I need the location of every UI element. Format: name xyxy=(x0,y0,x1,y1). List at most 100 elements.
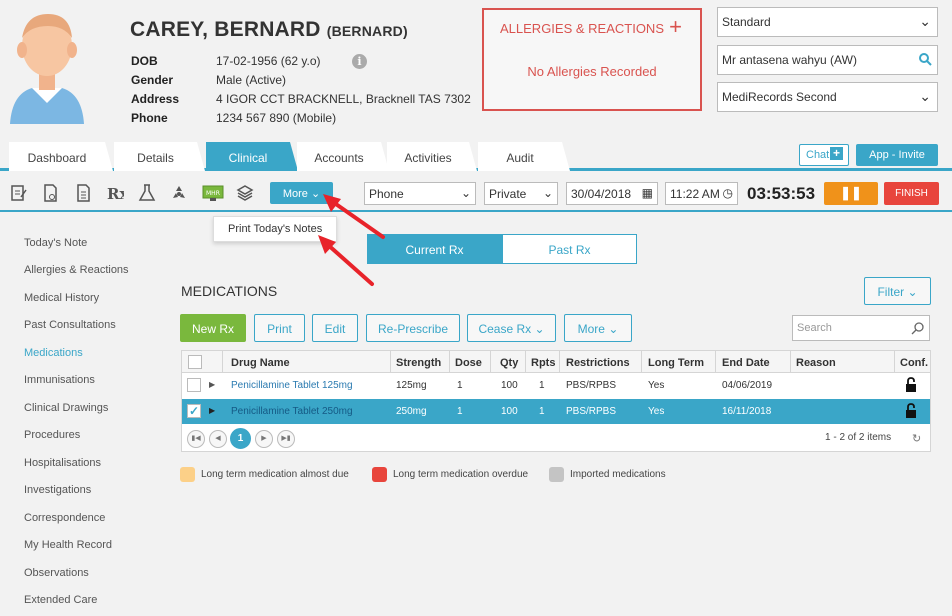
gender-value: Male (Active) xyxy=(216,73,287,87)
new-rx-button[interactable]: New Rx xyxy=(180,314,246,342)
last-page-button[interactable]: ▶▮ xyxy=(277,430,295,448)
sidebar-item-investigations[interactable]: Investigations xyxy=(24,484,91,496)
sidebar-item-extended-care[interactable]: Extended Care xyxy=(24,594,97,606)
col-dose[interactable]: Dose xyxy=(455,357,482,369)
tab-accounts[interactable]: Accounts xyxy=(297,142,389,171)
strength-cell: 125mg xyxy=(396,380,427,391)
allergies-message: No Allergies Recorded xyxy=(527,64,657,79)
legend-swatch xyxy=(549,467,564,482)
search-icon[interactable] xyxy=(918,52,932,66)
more-dropdown-menu: Print Today's Notes xyxy=(213,216,337,242)
drug-name-link[interactable]: Penicillamine Tablet 125mg xyxy=(231,380,353,391)
prev-page-button[interactable]: ◀ xyxy=(209,430,227,448)
col-rpts[interactable]: Rpts xyxy=(531,357,555,369)
document-icon[interactable] xyxy=(75,183,93,203)
past-rx-toggle[interactable]: Past Rx xyxy=(502,234,637,264)
doctor-search-field[interactable]: Mr antasena wahyu (AW) xyxy=(717,45,938,75)
mhr-monitor-icon[interactable]: MHR xyxy=(202,183,224,203)
billing-select[interactable]: Private ⌄ xyxy=(484,182,558,205)
table-row[interactable]: ✓ ▶ Penicillamine Tablet 250mg 250mg 1 1… xyxy=(182,399,930,424)
current-page-button[interactable]: 1 xyxy=(230,428,251,449)
chevron-down-icon: ⌄ xyxy=(919,88,931,104)
edit-button[interactable]: Edit xyxy=(312,314,358,342)
print-todays-notes-item[interactable]: Print Today's Notes xyxy=(228,223,322,235)
restrictions-cell: PBS/RPBS xyxy=(566,406,617,417)
app-invite-button[interactable]: App - Invite xyxy=(856,144,938,166)
calendar-icon[interactable]: ▦ xyxy=(642,186,653,200)
end-date-cell: 04/06/2019 xyxy=(722,380,773,391)
practice-select[interactable]: MediRecords Second ⌄ xyxy=(717,82,938,112)
sidebar-item-past-consultations[interactable]: Past Consultations xyxy=(24,319,116,331)
col-conf[interactable]: Conf. xyxy=(900,357,928,369)
date-value: 30/04/2018 xyxy=(571,187,632,201)
template-select[interactable]: Standard ⌄ xyxy=(717,7,938,37)
grid-header: Drug Name Strength Dose Qty Rpts Restric… xyxy=(182,351,930,373)
add-allergy-icon[interactable]: + xyxy=(669,14,682,40)
col-drug-name[interactable]: Drug Name xyxy=(231,357,290,369)
col-end-date[interactable]: End Date xyxy=(722,357,770,369)
current-rx-label: Current Rx xyxy=(405,243,464,257)
re-prescribe-button[interactable]: Re-Prescribe xyxy=(366,314,460,342)
row-checkbox[interactable]: ✓ xyxy=(187,404,201,418)
document-edit-icon[interactable] xyxy=(42,183,60,203)
col-restrictions[interactable]: Restrictions xyxy=(566,357,630,369)
tab-dashboard[interactable]: Dashboard xyxy=(9,142,113,171)
tab-details[interactable]: Details xyxy=(114,142,205,171)
next-page-button[interactable]: ▶ xyxy=(255,430,273,448)
col-qty[interactable]: Qty xyxy=(500,357,518,369)
medications-more-button[interactable]: More ⌄ xyxy=(564,314,632,342)
svg-text:MHR: MHR xyxy=(206,190,220,197)
time-field[interactable]: 11:22 AM ◷ xyxy=(665,182,738,205)
cease-rx-button[interactable]: Cease Rx ⌄ xyxy=(467,314,556,342)
toolbar-more-button[interactable]: More ⌄ xyxy=(270,182,333,204)
tab-activities[interactable]: Activities xyxy=(387,142,477,171)
tab-audit[interactable]: Audit xyxy=(478,142,570,171)
date-field[interactable]: 30/04/2018 ▦ xyxy=(566,182,658,205)
expand-caret-icon[interactable]: ▶ xyxy=(209,380,215,389)
clock-icon[interactable]: ◷ xyxy=(723,186,733,200)
medications-title: MEDICATIONS xyxy=(181,283,278,299)
finish-button[interactable]: FINISH xyxy=(884,182,939,205)
info-icon[interactable]: i xyxy=(352,54,367,69)
col-reason[interactable]: Reason xyxy=(796,357,836,369)
radiology-icon[interactable] xyxy=(170,183,188,203)
pause-button[interactable]: ❚❚ xyxy=(824,182,878,205)
chevron-down-icon: ⌄ xyxy=(907,285,918,299)
pathology-flask-icon[interactable] xyxy=(138,183,156,203)
sidebar-item-immunisations[interactable]: Immunisations xyxy=(24,374,95,386)
dose-cell: 1 xyxy=(457,380,463,391)
sidebar-item-todays-note[interactable]: Today's Note xyxy=(24,237,87,249)
chat-button[interactable]: Chat + xyxy=(799,144,849,166)
sidebar-item-procedures[interactable]: Procedures xyxy=(24,429,80,441)
sidebar-item-medical-history[interactable]: Medical History xyxy=(24,292,99,304)
filter-button[interactable]: Filter ⌄ xyxy=(864,277,931,305)
contact-type-select[interactable]: Phone ⌄ xyxy=(364,182,476,205)
sidebar-item-allergies[interactable]: Allergies & Reactions xyxy=(24,264,129,276)
row-checkbox[interactable] xyxy=(187,378,201,392)
sidebar-item-my-health-record[interactable]: My Health Record xyxy=(24,539,112,551)
address-value: 4 IGOR CCT BRACKNELL, Bracknell TAS 7302 xyxy=(216,92,471,106)
table-row[interactable]: ▶ Penicillamine Tablet 125mg 125mg 1 100… xyxy=(182,373,930,398)
expand-caret-icon[interactable]: ▶ xyxy=(209,406,215,415)
medication-search-input[interactable]: Search xyxy=(792,315,930,341)
col-long-term[interactable]: Long Term xyxy=(648,357,704,369)
legend-swatch xyxy=(372,467,387,482)
sidebar-item-hospitalisations[interactable]: Hospitalisations xyxy=(24,457,101,469)
search-icon[interactable] xyxy=(911,321,925,335)
drug-name-link[interactable]: Penicillamine Tablet 250mg xyxy=(231,406,353,417)
select-all-checkbox[interactable] xyxy=(188,355,202,369)
sidebar-item-observations[interactable]: Observations xyxy=(24,567,89,579)
tab-clinical[interactable]: Clinical xyxy=(206,142,298,171)
layers-icon[interactable] xyxy=(236,183,254,203)
current-rx-toggle[interactable]: Current Rx xyxy=(367,234,502,264)
clipboard-icon[interactable] xyxy=(10,183,28,203)
sidebar-item-medications[interactable]: Medications xyxy=(24,347,83,359)
col-strength[interactable]: Strength xyxy=(396,357,441,369)
sidebar-item-correspondence[interactable]: Correspondence xyxy=(24,512,105,524)
prescription-icon[interactable]: Rx xyxy=(106,183,124,203)
toolbar-more-label: More xyxy=(282,188,308,200)
first-page-button[interactable]: ▮◀ xyxy=(187,430,205,448)
refresh-icon[interactable]: ↻ xyxy=(912,432,921,445)
sidebar-item-clinical-drawings[interactable]: Clinical Drawings xyxy=(24,402,108,414)
print-button[interactable]: Print xyxy=(254,314,305,342)
